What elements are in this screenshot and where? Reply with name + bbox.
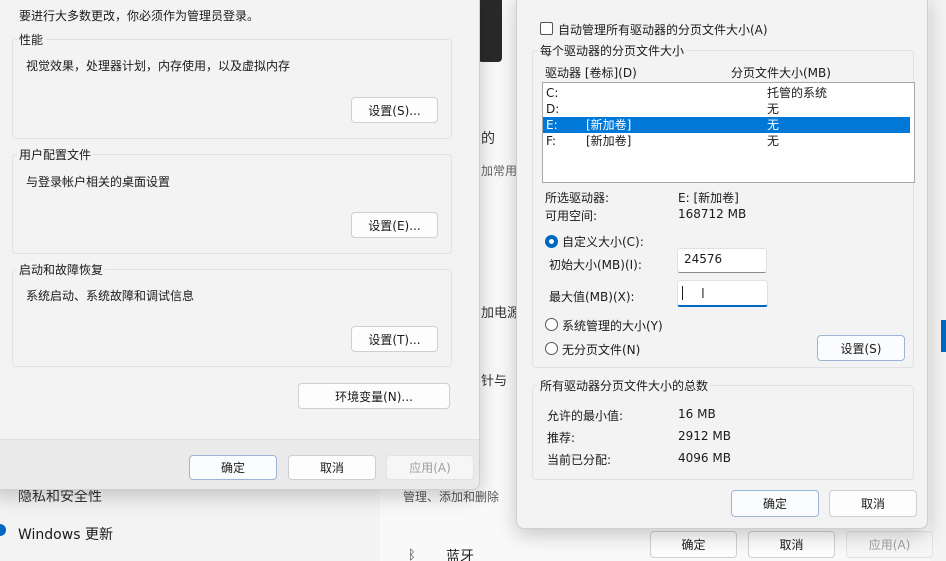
drive-row-e-selected[interactable]: E: [新加卷] 无 (543, 117, 910, 133)
startup-recovery-group-title: 启动和故障恢复 (17, 261, 106, 278)
background-apply-button[interactable]: 应用(A) (846, 531, 933, 558)
no-paging-file-label[interactable]: 无分页文件(N) (562, 341, 640, 358)
drive-size: 无 (767, 118, 780, 132)
drive-size: 托管的系统 (767, 86, 828, 100)
current-allocated-label: 当前已分配: (547, 453, 612, 467)
auto-manage-label[interactable]: 自动管理所有驱动器的分页文件大小(A) (558, 21, 768, 38)
drive-letter: D: (546, 102, 560, 116)
virtual-memory-dialog: 自动管理所有驱动器的分页文件大小(A) 每个驱动器的分页文件大小 驱动器 [卷标… (516, 0, 928, 529)
drive-column-header: 驱动器 [卷标](D) (545, 66, 637, 80)
drive-size: 无 (767, 134, 780, 148)
admin-notice: 要进行大多数更改，你必须作为管理员登录。 (19, 9, 260, 23)
custom-size-radio[interactable] (545, 235, 558, 248)
free-space-value: 168712 MB (678, 207, 747, 221)
windows-update-icon (0, 524, 6, 536)
perf-ok-button[interactable]: 确定 (189, 455, 277, 480)
user-profiles-group-title: 用户配置文件 (17, 146, 94, 163)
drive-row-f[interactable]: F: [新加卷] 无 (543, 133, 910, 149)
settings-fragment-1: 的 (481, 131, 495, 147)
drive-label: [新加卷] (586, 134, 632, 148)
drive-list[interactable]: C: 托管的系统 D: 无 E: [新加卷] 无 F: [新加卷] 无 (542, 82, 915, 183)
sidebar-item-windows-update[interactable]: Windows 更新 (0, 518, 380, 546)
size-column-header: 分页文件大小(MB) (731, 66, 831, 80)
min-allowed-label: 允许的最小值: (547, 409, 624, 423)
settings-right-divider (930, 0, 946, 561)
perf-cancel-button[interactable]: 取消 (288, 455, 376, 480)
drive-letter: F: (546, 134, 557, 148)
perf-apply-button[interactable]: 应用(A) (386, 455, 474, 480)
text-caret (682, 286, 683, 300)
vm-cancel-button[interactable]: 取消 (829, 490, 917, 517)
settings-right-accent (941, 320, 946, 352)
system-managed-radio[interactable] (545, 318, 558, 331)
recommended-label: 推荐: (547, 431, 576, 445)
drive-letter: E: (546, 118, 558, 132)
user-profiles-description: 与登录帐户相关的桌面设置 (26, 175, 171, 189)
settings-fragment-5: 管理、添加和删除 (403, 490, 500, 504)
drive-letter: C: (546, 86, 559, 100)
system-managed-label[interactable]: 系统管理的大小(Y) (562, 317, 663, 334)
startup-recovery-group (12, 269, 452, 367)
startup-recovery-settings-button[interactable]: 设置(T)... (351, 326, 438, 352)
performance-group-title: 性能 (17, 31, 46, 48)
max-size-label: 最大值(MB)(X): (549, 290, 635, 304)
settings-fragment-bluetooth: 蓝牙 (446, 549, 474, 561)
recommended-value: 2912 MB (678, 429, 731, 443)
startup-recovery-description: 系统启动、系统故障和调试信息 (26, 289, 195, 303)
settings-fragment-2: 加常用 (481, 164, 518, 178)
totals-group-title: 所有驱动器分页文件大小的总数 (538, 377, 711, 394)
drive-row-c[interactable]: C: 托管的系统 (543, 85, 910, 101)
auto-manage-checkbox[interactable] (540, 22, 553, 35)
initial-size-input[interactable]: 24576 (677, 248, 767, 273)
settings-fragment-3: 加电源 (481, 306, 521, 321)
sidebar-item-windows-update-label: Windows 更新 (18, 527, 113, 543)
set-button[interactable]: 设置(S) (817, 335, 905, 361)
drive-size: 无 (767, 102, 780, 116)
max-size-input[interactable] (677, 280, 768, 307)
no-paging-file-radio[interactable] (545, 342, 558, 355)
initial-size-label: 初始大小(MB)(I): (549, 258, 642, 272)
performance-settings-button[interactable]: 设置(S)... (351, 97, 438, 123)
selected-drive-label: 所选驱动器: (545, 191, 610, 205)
background-cancel-button[interactable]: 取消 (748, 531, 835, 558)
settings-fragment-4: 针与 (481, 374, 508, 389)
min-allowed-value: 16 MB (678, 407, 716, 421)
current-allocated-value: 4096 MB (678, 451, 731, 465)
environment-variables-button[interactable]: 环境变量(N)... (298, 383, 450, 409)
per-drive-group-title: 每个驱动器的分页文件大小 (538, 42, 687, 59)
bluetooth-icon: ᛒ (408, 548, 416, 561)
drive-label: [新加卷] (586, 118, 632, 132)
vm-ok-button[interactable]: 确定 (731, 490, 819, 517)
custom-size-label[interactable]: 自定义大小(C): (562, 233, 644, 250)
system-properties-dialog: 要进行大多数更改，你必须作为管理员登录。 性能 视觉效果，处理器计划，内存使用，… (0, 0, 480, 490)
device-thumbnail (478, 0, 502, 62)
text-cursor-icon: I (701, 287, 705, 302)
user-profiles-settings-button[interactable]: 设置(E)... (351, 212, 438, 238)
selected-drive-value: E: [新加卷] (678, 191, 739, 205)
background-ok-button[interactable]: 确定 (650, 531, 737, 558)
free-space-label: 可用空间: (545, 209, 598, 223)
performance-description: 视觉效果，处理器计划，内存使用，以及虚拟内存 (26, 59, 291, 73)
user-profiles-group (12, 154, 452, 254)
drive-row-d[interactable]: D: 无 (543, 101, 910, 117)
performance-group (12, 39, 452, 139)
